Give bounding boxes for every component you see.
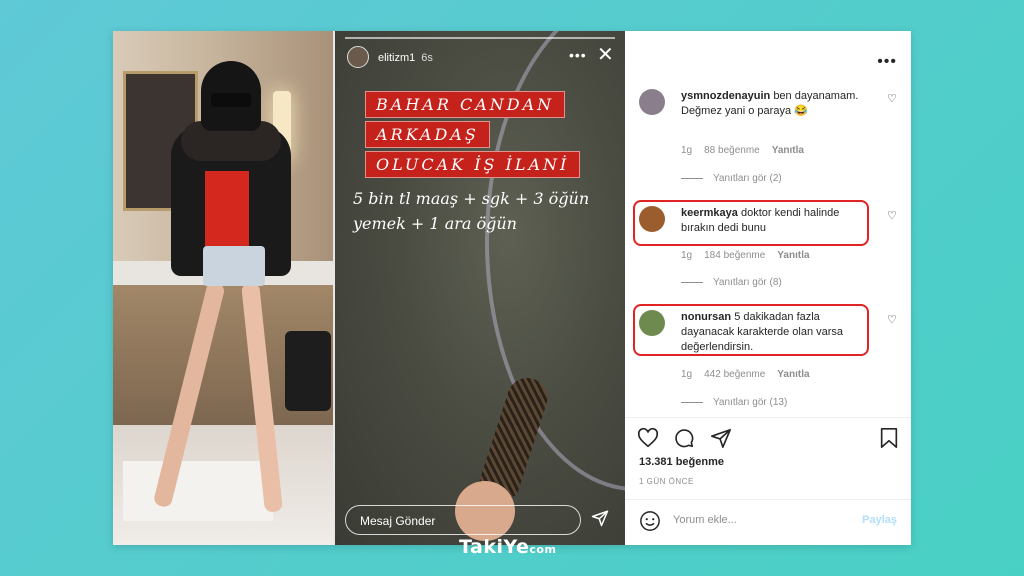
comment-meta: 1g 88 beğenme Yanıtla <box>681 145 804 156</box>
message-input[interactable]: Mesaj Gönder <box>345 505 581 535</box>
emoji-icon[interactable] <box>639 510 661 537</box>
story-time: 6s <box>421 52 433 64</box>
post-actions <box>637 427 742 454</box>
like-count[interactable]: 13.381 beğenme <box>639 456 724 468</box>
bookmark-icon[interactable] <box>879 427 899 454</box>
view-replies[interactable]: Yanıtları gör (2) <box>681 173 782 184</box>
comments-panel: ••• ysmnozdenayuin ben dayanamam. Değmez… <box>625 31 911 545</box>
view-replies[interactable]: Yanıtları gör (8) <box>681 277 782 288</box>
heart-icon[interactable]: ♡ <box>887 209 897 222</box>
story-banner-3: OLUCAK İŞ İLANİ <box>365 151 581 178</box>
post-options-icon[interactable]: ••• <box>877 53 897 71</box>
story-banner-2: ARKADAŞ <box>365 121 490 148</box>
post-comment-button[interactable]: Paylaş <box>862 514 897 526</box>
comment-likes[interactable]: 88 beğenme <box>704 145 760 156</box>
add-comment-input[interactable]: Yorum ekle... <box>673 514 737 526</box>
story-banner-1: BAHAR CANDAN <box>365 91 566 118</box>
screenshot-frame: elitizm1 6s ••• ✕ BAHAR CANDAN ARKADAŞ OL… <box>113 31 911 545</box>
comment-divider <box>625 499 911 500</box>
highlight-box <box>633 200 869 246</box>
share-icon[interactable] <box>710 427 732 449</box>
comment-meta: 1g 442 beğenme Yanıtla <box>681 369 810 380</box>
left-photo <box>113 31 333 545</box>
comment-icon[interactable] <box>673 427 695 449</box>
actions-divider <box>625 417 911 418</box>
comment-time: 1g <box>681 369 693 380</box>
comment-time: 1g <box>681 145 693 156</box>
more-options-icon[interactable]: ••• <box>569 47 587 63</box>
highlight-box <box>633 304 869 356</box>
close-icon[interactable]: ✕ <box>597 45 614 65</box>
comment-meta: 1g 184 beğenme Yanıtla <box>681 250 810 261</box>
comment-time: 1g <box>681 250 693 261</box>
heart-icon[interactable] <box>637 427 659 449</box>
avatar[interactable] <box>639 89 665 115</box>
instagram-story: elitizm1 6s ••• ✕ BAHAR CANDAN ARKADAŞ OL… <box>335 31 625 545</box>
watermark-logo: TakiYecom <box>459 536 557 558</box>
comment-likes[interactable]: 442 beğenme <box>704 369 765 380</box>
send-icon[interactable] <box>591 509 609 532</box>
comment-likes[interactable]: 184 beğenme <box>704 250 765 261</box>
reply-button[interactable]: Yanıtla <box>772 145 804 156</box>
story-avatar[interactable] <box>347 46 369 68</box>
view-replies[interactable]: Yanıtları gör (13) <box>681 397 787 408</box>
story-body-text: 5 bin tl maaş + sgk + 3 öğün yemek + 1 a… <box>353 189 590 233</box>
reply-button[interactable]: Yanıtla <box>777 250 809 261</box>
story-progress-bar <box>345 37 615 39</box>
heart-icon[interactable]: ♡ <box>887 92 897 105</box>
comment-username[interactable]: ysmnozdenayuin <box>681 90 770 102</box>
story-username[interactable]: elitizm1 <box>378 52 415 64</box>
post-date: 1 GÜN ÖNCE <box>639 477 694 486</box>
reply-button[interactable]: Yanıtla <box>777 369 809 380</box>
heart-icon[interactable]: ♡ <box>887 313 897 326</box>
story-user[interactable]: elitizm1 6s <box>378 52 433 64</box>
